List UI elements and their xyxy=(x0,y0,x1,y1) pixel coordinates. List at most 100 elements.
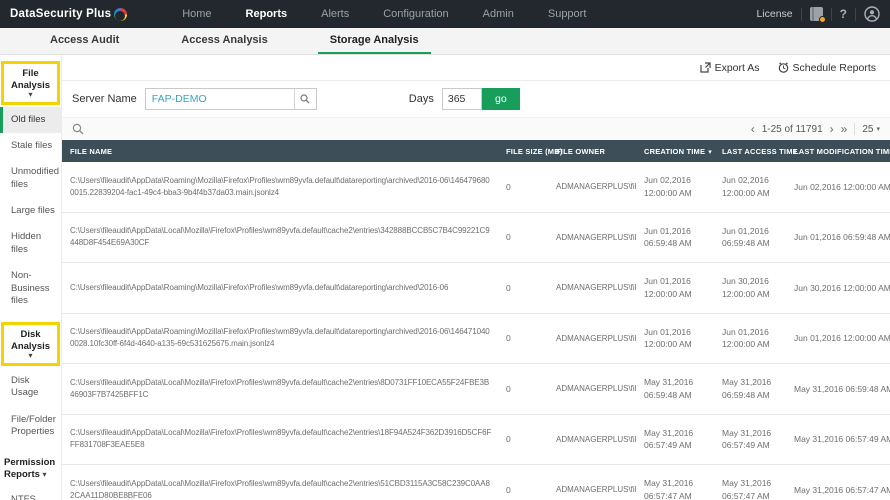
last-page-icon[interactable]: » xyxy=(841,123,848,135)
cell-last-modification-time: Jun 02,2016 12:00:00 AM xyxy=(794,181,890,192)
sidebar-item-ntfs-permissions[interactable]: NTFS Permissions xyxy=(0,487,61,500)
report-sidebar: File Analysis ▾ Old files Stale files Un… xyxy=(0,55,62,500)
sidebar-item-stale-files[interactable]: Stale files xyxy=(0,133,61,159)
cell-file-name: C:\Users\fileaudit\AppData\Local\Mozilla… xyxy=(70,226,490,248)
col-file-owner[interactable]: FILE OWNER xyxy=(548,147,636,156)
section-title: File Analysis xyxy=(10,68,51,91)
nav-admin[interactable]: Admin xyxy=(466,0,531,28)
next-page-icon[interactable]: › xyxy=(830,123,834,135)
cell-file-owner: ADMANAGERPLUS\fileaudit xyxy=(556,283,636,293)
cell-file-name: C:\Users\fileaudit\AppData\Local\Mozilla… xyxy=(70,478,490,500)
cell-creation-time: May 31,2016 06:57:49 AM xyxy=(644,427,694,451)
cell-file-size: 0 xyxy=(506,484,511,495)
license-book-icon[interactable] xyxy=(809,7,826,23)
cell-file-owner: ADMANAGERPLUS\fileaudit xyxy=(556,485,636,495)
cell-last-access-time: May 31,2016 06:57:49 AM xyxy=(722,427,772,451)
nav-support[interactable]: Support xyxy=(531,0,604,28)
cell-file-name: C:\Users\fileaudit\AppData\Local\Mozilla… xyxy=(70,428,492,450)
sidebar-item-large-files[interactable]: Large files xyxy=(0,198,61,224)
pagination: ‹ 1-25 of 11791 › » 25 ▾ xyxy=(751,123,880,135)
server-picker-icon[interactable] xyxy=(293,89,316,109)
license-link[interactable]: License xyxy=(756,8,792,20)
cell-file-name: C:\Users\fileaudit\AppData\Local\Mozilla… xyxy=(70,377,490,399)
table-body: C:\Users\fileaudit\AppData\Roaming\Mozil… xyxy=(62,162,890,500)
table-row: C:\Users\fileaudit\AppData\Local\Mozilla… xyxy=(62,465,890,500)
cell-file-owner: ADMANAGERPLUS\fileaudit xyxy=(556,384,636,394)
tab-access-audit[interactable]: Access Audit xyxy=(38,28,131,54)
nav-alerts[interactable]: Alerts xyxy=(304,0,366,28)
cell-last-modification-time: May 31,2016 06:57:49 AM xyxy=(794,434,890,445)
chevron-down-icon: ▾ xyxy=(28,350,33,360)
nav-home[interactable]: Home xyxy=(165,0,228,28)
schedule-reports-label: Schedule Reports xyxy=(792,61,876,74)
export-as-button[interactable]: Export As xyxy=(699,61,760,74)
notification-badge xyxy=(818,16,826,23)
chevron-down-icon: ▾ xyxy=(876,126,880,133)
cell-file-name: C:\Users\fileaudit\AppData\Roaming\Mozil… xyxy=(70,282,449,292)
cell-creation-time: Jun 01,2016 12:00:00 AM xyxy=(644,326,692,350)
sidebar-section-disk-analysis[interactable]: Disk Analysis ▾ xyxy=(1,322,60,366)
tab-access-analysis[interactable]: Access Analysis xyxy=(169,28,279,54)
table-row: C:\Users\fileaudit\AppData\Local\Mozilla… xyxy=(62,415,890,465)
col-creation-time[interactable]: CREATION TIME ▾ xyxy=(636,147,714,156)
cell-file-name: C:\Users\fileaudit\AppData\Roaming\Mozil… xyxy=(70,175,490,197)
sidebar-section-permission-reports[interactable]: Permission Reports ▾ xyxy=(1,453,60,485)
divider xyxy=(830,7,832,21)
brand-logo[interactable]: DataSecurity Plus xyxy=(0,7,137,21)
sidebar-item-non-business-files[interactable]: Non-Business files xyxy=(0,263,61,314)
divider xyxy=(855,7,856,21)
sidebar-item-unmodified-files[interactable]: Unmodified files xyxy=(0,159,61,198)
cell-creation-time: May 31,2016 06:59:48 AM xyxy=(644,377,694,400)
content-area: File Analysis ▾ Old files Stale files Un… xyxy=(0,55,890,500)
cell-last-access-time: May 31,2016 06:59:48 AM xyxy=(722,377,772,400)
prev-page-icon[interactable]: ‹ xyxy=(751,123,755,135)
nav-reports[interactable]: Reports xyxy=(229,0,305,28)
sidebar-item-old-files[interactable]: Old files xyxy=(0,106,61,134)
table-search-icon[interactable] xyxy=(72,123,84,135)
sidebar-section-file-analysis[interactable]: File Analysis ▾ xyxy=(1,61,60,105)
cell-file-owner: ADMANAGERPLUS\fileaudit xyxy=(556,182,636,192)
cell-last-modification-time: Jun 30,2016 12:00:00 AM xyxy=(794,282,890,293)
user-avatar-icon[interactable] xyxy=(864,6,880,22)
days-input[interactable] xyxy=(441,88,482,110)
help-icon[interactable]: ? xyxy=(840,7,847,21)
cell-file-size: 0 xyxy=(506,282,511,293)
cell-last-access-time: May 31,2016 06:57:47 AM xyxy=(722,478,772,500)
go-button[interactable]: go xyxy=(481,88,520,110)
chevron-down-icon: ▾ xyxy=(42,470,47,480)
clock-icon xyxy=(778,62,788,73)
section-title: Disk Analysis xyxy=(10,329,51,353)
sidebar-item-hidden-files[interactable]: Hidden files xyxy=(0,224,61,263)
col-last-modification-time[interactable]: LAST MODIFICATION TIME xyxy=(786,147,890,156)
table-row: C:\Users\fileaudit\AppData\Roaming\Mozil… xyxy=(62,162,890,213)
table-controls: ‹ 1-25 of 11791 › » 25 ▾ xyxy=(62,117,890,140)
cell-last-modification-time: May 31,2016 06:59:48 AM xyxy=(794,383,890,394)
export-as-label: Export As xyxy=(714,61,760,74)
server-name-group xyxy=(144,88,317,110)
divider xyxy=(854,123,856,135)
col-last-access-time[interactable]: LAST ACCESS TIME xyxy=(714,147,798,156)
report-tabbar: Access Audit Access Analysis Storage Ana… xyxy=(0,28,890,55)
days-label: Days xyxy=(408,93,434,105)
page-range-label: 1-25 of 11791 xyxy=(761,123,823,135)
server-name-input[interactable] xyxy=(145,89,294,109)
sidebar-item-file-folder-properties[interactable]: File/Folder Properties xyxy=(0,407,61,446)
col-file-name[interactable]: FILE NAME xyxy=(62,147,498,156)
cell-last-modification-time: May 31,2016 06:57:47 AM xyxy=(794,484,890,495)
page-size-value: 25 xyxy=(862,123,874,135)
col-file-size[interactable]: FILE SIZE (MB) xyxy=(498,147,562,156)
table-row: C:\Users\fileaudit\AppData\Local\Mozilla… xyxy=(62,213,890,263)
page-size-dropdown[interactable]: 25 ▾ xyxy=(862,124,880,135)
cell-file-size: 0 xyxy=(506,434,511,445)
sidebar-item-disk-usage[interactable]: Disk Usage xyxy=(0,368,61,407)
cell-file-size: 0 xyxy=(506,333,511,344)
schedule-reports-button[interactable]: Schedule Reports xyxy=(778,62,876,74)
brand-swirl-icon xyxy=(114,7,128,21)
tab-storage-analysis[interactable]: Storage Analysis xyxy=(317,28,431,54)
cell-file-owner: ADMANAGERPLUS\fileaudit xyxy=(556,434,636,444)
nav-configuration[interactable]: Configuration xyxy=(366,0,465,28)
main-nav: Home Reports Alerts Configuration Admin … xyxy=(165,0,603,28)
cell-last-modification-time: Jun 01,2016 12:00:00 AM xyxy=(794,333,890,344)
cell-creation-time: Jun 01,2016 12:00:00 AM xyxy=(644,276,692,299)
server-name-label: Server Name xyxy=(72,93,137,105)
